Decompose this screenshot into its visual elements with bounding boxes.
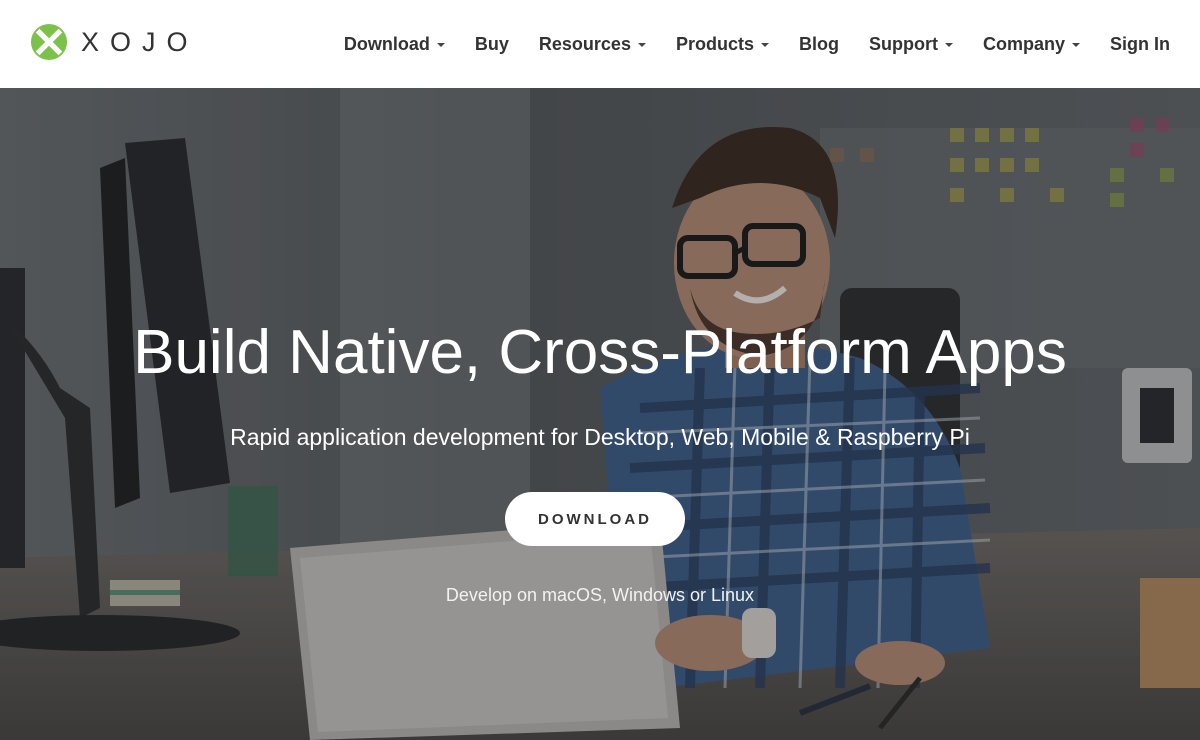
caret-down-icon bbox=[760, 43, 769, 47]
caret-down-icon bbox=[637, 43, 646, 47]
nav-item-products[interactable]: Products bbox=[676, 34, 769, 55]
caret-down-icon bbox=[944, 43, 953, 47]
nav-item-support[interactable]: Support bbox=[869, 34, 953, 55]
hero-download-button[interactable]: DOWNLOAD bbox=[505, 492, 685, 546]
hero-content: Build Native, Cross-Platform Apps Rapid … bbox=[0, 88, 1200, 740]
caret-down-icon bbox=[436, 43, 445, 47]
xojo-logo[interactable]: XOJO bbox=[30, 22, 199, 62]
nav-item-label: Resources bbox=[538, 33, 631, 54]
site-header: XOJO Download Buy Resources Products Blo… bbox=[0, 0, 1200, 88]
nav-item-label: Buy bbox=[474, 33, 509, 54]
nav-item-sign-in[interactable]: Sign In bbox=[1110, 34, 1170, 55]
nav-item-label: Company bbox=[982, 33, 1065, 54]
nav-item-label: Support bbox=[868, 33, 938, 54]
hero-subtitle: Rapid application development for Deskto… bbox=[230, 424, 970, 450]
nav-item-resources[interactable]: Resources bbox=[539, 34, 646, 55]
main-nav: Download Buy Resources Products Blog Sup… bbox=[344, 30, 1170, 58]
nav-item-label: Sign In bbox=[1110, 33, 1170, 54]
hero-platform-note: Develop on macOS, Windows or Linux bbox=[445, 585, 755, 605]
nav-item-blog[interactable]: Blog bbox=[799, 34, 839, 55]
nav-item-download[interactable]: Download bbox=[344, 34, 445, 55]
caret-down-icon bbox=[1072, 43, 1080, 47]
xojo-x-logo-icon bbox=[30, 23, 68, 61]
nav-item-label: Download bbox=[343, 33, 430, 54]
nav-item-label: Blog bbox=[798, 33, 839, 54]
hero-title: Build Native, Cross-Platform Apps bbox=[133, 318, 1067, 387]
nav-item-company[interactable]: Company bbox=[983, 34, 1080, 55]
nav-item-label: Products bbox=[675, 33, 754, 54]
nav-item-buy[interactable]: Buy bbox=[475, 34, 509, 55]
hero-section: Build Native, Cross-Platform Apps Rapid … bbox=[0, 88, 1200, 740]
logo-wordmark: XOJO bbox=[81, 26, 199, 57]
